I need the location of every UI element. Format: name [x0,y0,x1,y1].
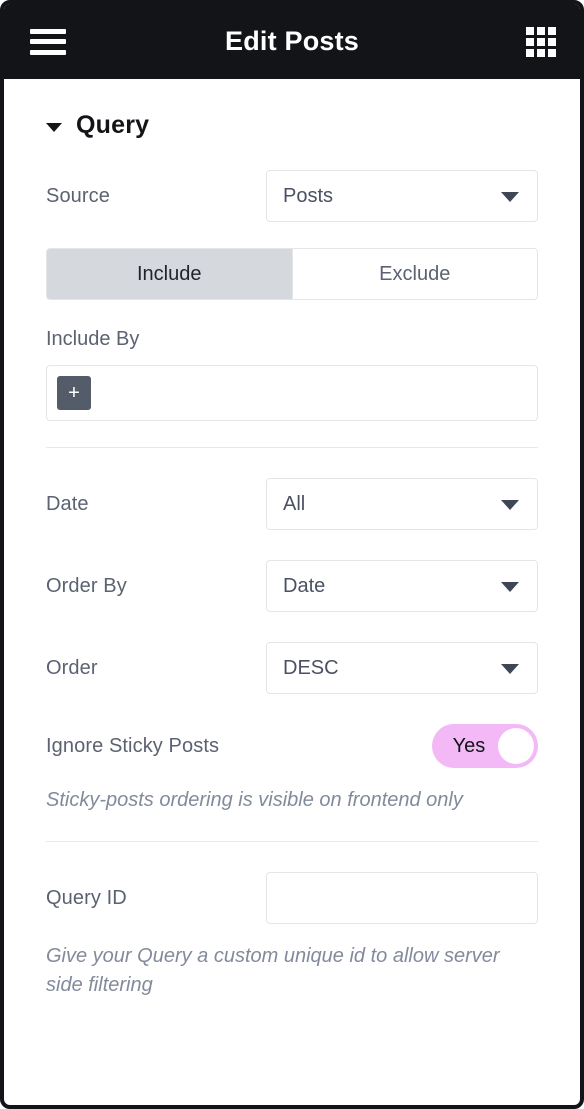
grid-cell [537,37,545,46]
source-select[interactable]: Posts [266,170,538,222]
hamburger-menu-icon[interactable] [30,28,66,55]
date-select[interactable]: All [266,478,538,530]
apps-grid-icon[interactable] [526,26,556,57]
caret-down-icon [46,122,62,132]
toggle-knob [498,728,534,764]
query-id-helper: Give your Query a custom unique id to al… [46,945,500,996]
grid-cell [548,26,556,35]
hamburger-bar [30,39,66,44]
divider [46,841,538,842]
segment-include[interactable]: Include [47,249,292,299]
hamburger-bar [30,28,66,34]
page-title: Edit Posts [224,26,360,56]
order-by-label: Order By [46,574,127,597]
section-header-query[interactable]: Query [26,79,558,140]
top-bar: Edit Posts [4,4,580,79]
field-row-ignore-sticky-posts: Ignore Sticky Posts Yes [26,724,558,768]
order-select[interactable]: DESC [266,642,538,694]
chevron-down-icon [501,582,519,592]
chevron-down-icon [501,500,519,510]
grid-cell [526,26,534,35]
chevron-down-icon [501,192,519,202]
order-label: Order [46,656,98,679]
toggle-state-label: Yes [452,734,486,757]
field-row-date: Date All [26,478,558,530]
include-exclude-toggle: Include Exclude [46,248,538,300]
query-id-input-group [266,872,538,924]
grid-cell [537,26,545,35]
query-id-label: Query ID [46,886,127,909]
grid-cell [537,48,545,57]
segment-exclude[interactable]: Exclude [291,249,537,299]
source-value: Posts [283,184,334,207]
add-item-button[interactable]: + [57,376,91,410]
field-row-source: Source Posts [26,170,558,222]
edit-posts-panel: Edit Posts Query Source Posts Include Ex… [0,0,584,1109]
order-by-value: Date [283,574,326,597]
chevron-down-icon [501,664,519,674]
ignore-sticky-posts-toggle[interactable]: Yes [432,724,538,768]
field-row-order-by: Order By Date [26,560,558,612]
order-value: DESC [283,656,339,679]
grid-cell [548,48,556,57]
hamburger-bar [30,49,66,55]
panel-body: Query Source Posts Include Exclude Inclu… [4,79,580,1000]
include-by-field[interactable]: + [46,365,538,421]
divider [46,447,538,448]
date-value: All [283,492,306,515]
section-title: Query [76,111,150,139]
ignore-sticky-posts-helper: Sticky-posts ordering is visible on fron… [46,789,463,811]
source-label: Source [46,184,110,207]
grid-cell [526,37,534,46]
grid-cell [526,48,534,57]
ignore-sticky-posts-label: Ignore Sticky Posts [46,734,220,757]
date-label: Date [46,492,89,515]
field-row-order: Order DESC [26,642,558,694]
grid-cell [548,37,556,46]
order-by-select[interactable]: Date [266,560,538,612]
field-row-query-id: Query ID [26,872,558,924]
query-id-input[interactable] [267,873,537,923]
include-by-label: Include By [46,328,140,350]
